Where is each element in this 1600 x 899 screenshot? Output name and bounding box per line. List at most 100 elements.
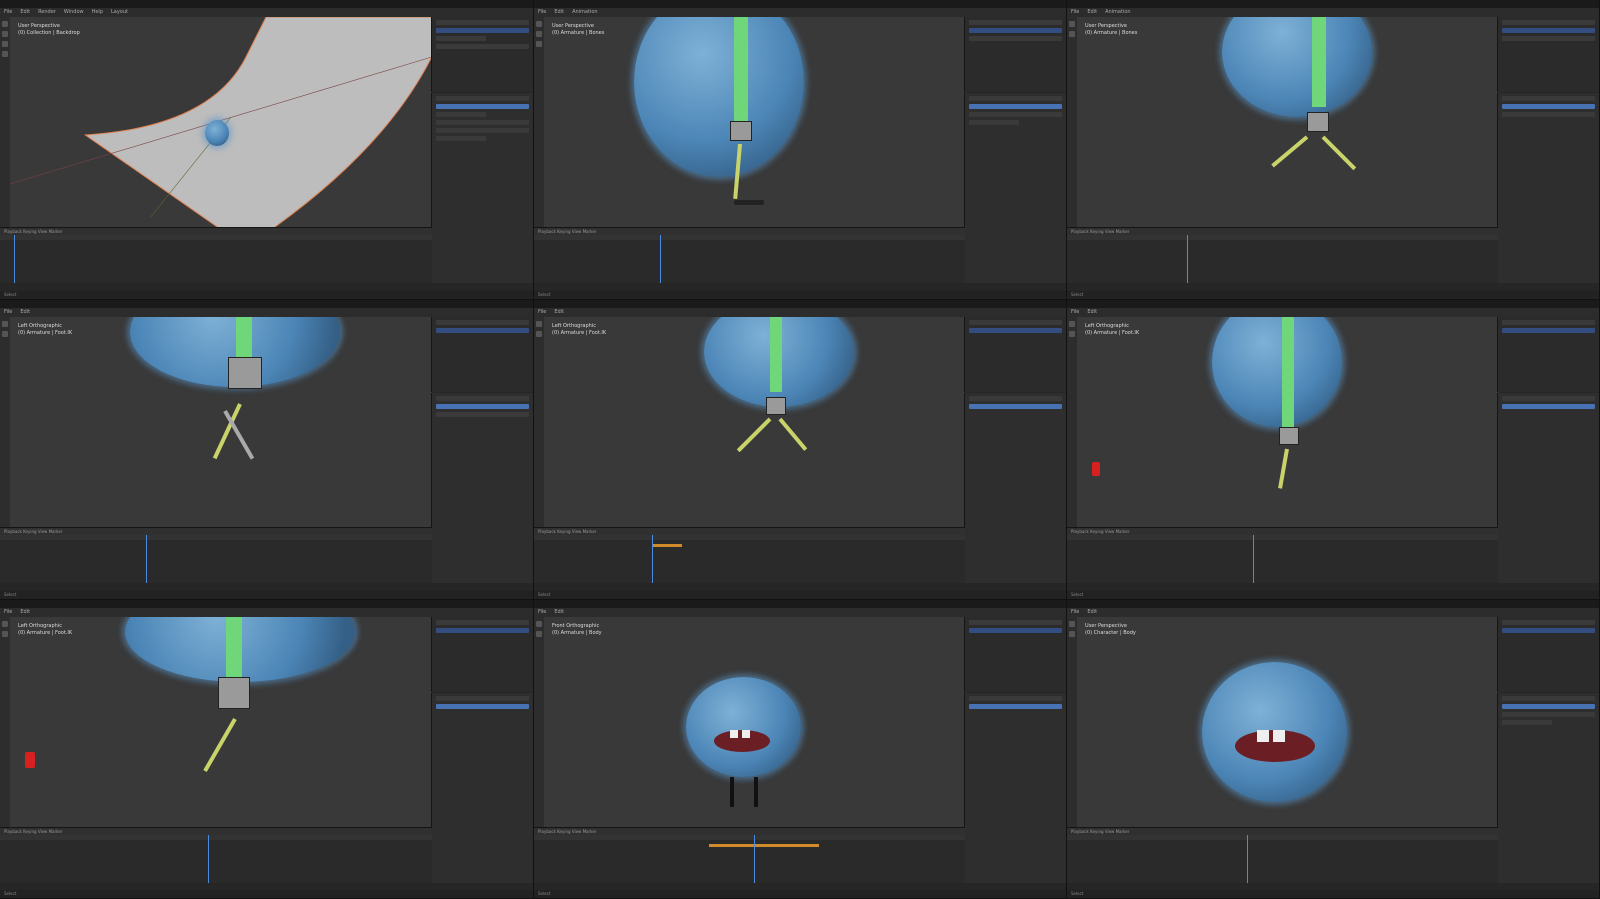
- menu-file[interactable]: File: [1071, 609, 1079, 615]
- outliner[interactable]: [963, 17, 1066, 92]
- move-icon[interactable]: [2, 631, 8, 637]
- timeline[interactable]: Playback Keying View Marker: [0, 227, 432, 283]
- right-leg-bone[interactable]: [778, 417, 808, 451]
- move-icon[interactable]: [1069, 31, 1075, 37]
- left-leg-bone[interactable]: [1271, 135, 1309, 168]
- pelvis-control[interactable]: [218, 677, 250, 709]
- timeline[interactable]: Playback Keying View Marker: [0, 527, 432, 583]
- properties-panel[interactable]: [963, 93, 1066, 283]
- camera-marker[interactable]: [1092, 462, 1100, 476]
- properties-panel[interactable]: [1496, 393, 1599, 583]
- menu-file[interactable]: File: [4, 309, 12, 315]
- tab-animation[interactable]: Animation: [572, 9, 598, 15]
- menu-file[interactable]: File: [1071, 309, 1079, 315]
- spine-bone[interactable]: [1282, 317, 1294, 427]
- outliner[interactable]: [1496, 317, 1599, 392]
- menu-edit[interactable]: Edit: [20, 309, 30, 315]
- rotate-icon[interactable]: [2, 41, 8, 47]
- outliner[interactable]: [430, 317, 533, 392]
- monster-character[interactable]: [634, 17, 804, 177]
- keyframe-range[interactable]: [652, 544, 682, 547]
- timeline[interactable]: Playback Keying View Marker: [1067, 527, 1498, 583]
- select-icon[interactable]: [1069, 621, 1075, 627]
- menu-file[interactable]: File: [538, 609, 546, 615]
- properties-panel[interactable]: [430, 393, 533, 583]
- playhead[interactable]: [1187, 235, 1188, 283]
- timeline[interactable]: Playback Keying View Marker: [534, 827, 965, 883]
- spine-bone[interactable]: [236, 317, 252, 357]
- left-leg-bone[interactable]: [736, 417, 772, 453]
- playhead[interactable]: [146, 535, 147, 583]
- menu-help[interactable]: Help: [92, 9, 103, 15]
- camera-marker[interactable]: [25, 752, 35, 768]
- menu-edit[interactable]: Edit: [554, 609, 564, 615]
- menu-edit[interactable]: Edit: [554, 309, 564, 315]
- monster-character[interactable]: [205, 120, 229, 146]
- spine-bone[interactable]: [770, 317, 782, 392]
- properties-panel[interactable]: [963, 693, 1066, 883]
- spine-bone[interactable]: [226, 617, 242, 677]
- select-icon[interactable]: [2, 21, 8, 27]
- playhead[interactable]: [1253, 535, 1254, 583]
- playhead[interactable]: [14, 235, 15, 283]
- outliner[interactable]: [430, 17, 533, 92]
- 3d-viewport[interactable]: User Perspective (0) Collection | Backdr…: [0, 17, 432, 227]
- menu-file[interactable]: File: [4, 609, 12, 615]
- select-icon[interactable]: [2, 321, 8, 327]
- move-icon[interactable]: [536, 631, 542, 637]
- scale-icon[interactable]: [2, 51, 8, 57]
- timeline[interactable]: Playback Keying View Marker: [0, 827, 432, 883]
- leg-bone[interactable]: [203, 718, 237, 772]
- spine-bone[interactable]: [734, 17, 748, 122]
- playhead[interactable]: [1247, 835, 1248, 883]
- move-icon[interactable]: [1069, 631, 1075, 637]
- pelvis-control[interactable]: [730, 121, 752, 141]
- select-icon[interactable]: [1069, 21, 1075, 27]
- properties-panel[interactable]: [430, 693, 533, 883]
- pelvis-control[interactable]: [228, 357, 262, 389]
- right-leg-bone[interactable]: [1321, 135, 1357, 171]
- keyframe-range[interactable]: [709, 844, 819, 847]
- rotate-icon[interactable]: [536, 41, 542, 47]
- playhead[interactable]: [754, 835, 755, 883]
- playhead[interactable]: [652, 535, 653, 583]
- select-icon[interactable]: [536, 21, 542, 27]
- spine-bone[interactable]: [1312, 17, 1326, 107]
- pelvis-control[interactable]: [766, 397, 786, 415]
- 3d-viewport[interactable]: Left Orthographic (0) Armature | Foot.IK: [1067, 317, 1498, 527]
- tab-layout[interactable]: Layout: [111, 9, 128, 15]
- playhead[interactable]: [660, 235, 661, 283]
- 3d-viewport[interactable]: User Perspective (0) Character | Body: [1067, 617, 1498, 827]
- menu-edit[interactable]: Edit: [1087, 609, 1097, 615]
- menu-edit[interactable]: Edit: [1087, 309, 1097, 315]
- select-icon[interactable]: [536, 321, 542, 327]
- outliner[interactable]: [430, 617, 533, 692]
- tab-animation[interactable]: Animation: [1105, 9, 1131, 15]
- monster-character[interactable]: [1222, 17, 1372, 117]
- menu-file[interactable]: File: [1071, 9, 1079, 15]
- timeline[interactable]: Playback Keying View Marker: [1067, 827, 1498, 883]
- properties-panel[interactable]: [430, 93, 533, 283]
- menu-edit[interactable]: Edit: [20, 9, 30, 15]
- move-icon[interactable]: [1069, 331, 1075, 337]
- select-icon[interactable]: [2, 621, 8, 627]
- 3d-viewport[interactable]: Left Orthographic (0) Armature | Foot.IK: [0, 617, 432, 827]
- select-icon[interactable]: [1069, 321, 1075, 327]
- menu-file[interactable]: File: [538, 9, 546, 15]
- monster-character[interactable]: [686, 677, 801, 777]
- menu-file[interactable]: File: [4, 9, 12, 15]
- menu-edit[interactable]: Edit: [1087, 9, 1097, 15]
- menu-edit[interactable]: Edit: [554, 9, 564, 15]
- outliner[interactable]: [1496, 17, 1599, 92]
- select-icon[interactable]: [536, 621, 542, 627]
- properties-panel[interactable]: [1496, 93, 1599, 283]
- properties-panel[interactable]: [963, 393, 1066, 583]
- 3d-viewport[interactable]: User Perspective (0) Armature | Bones: [534, 17, 965, 227]
- timeline[interactable]: Playback Keying View Marker: [1067, 227, 1498, 283]
- timeline[interactable]: Playback Keying View Marker: [534, 227, 965, 283]
- move-icon[interactable]: [2, 31, 8, 37]
- 3d-viewport[interactable]: User Perspective (0) Armature | Bones: [1067, 17, 1498, 227]
- timeline[interactable]: Playback Keying View Marker: [534, 527, 965, 583]
- move-icon[interactable]: [536, 331, 542, 337]
- 3d-viewport[interactable]: Left Orthographic (0) Armature | Foot.IK: [534, 317, 965, 527]
